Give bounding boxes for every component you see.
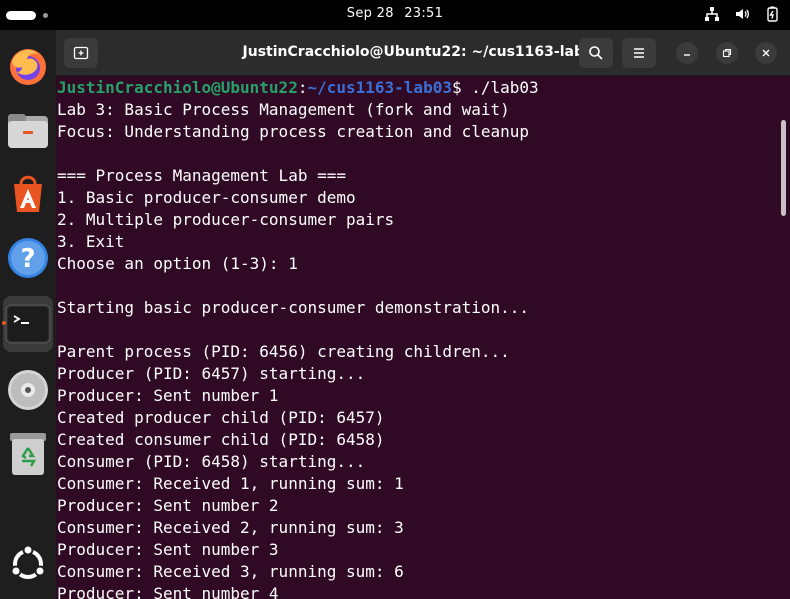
disc-icon <box>8 370 48 410</box>
output-line: Producer: Sent number 1 <box>57 386 279 405</box>
network-icon <box>705 7 719 21</box>
search-button[interactable] <box>579 38 613 68</box>
output-line: === Process Management Lab === <box>57 166 346 185</box>
dock-files[interactable] <box>3 102 53 158</box>
minimize-icon <box>684 54 690 56</box>
trash-icon <box>10 433 46 475</box>
dock-firefox[interactable] <box>3 38 53 94</box>
output-line: Parent process (PID: 6456) creating chil… <box>57 342 510 361</box>
battery-icon <box>767 6 778 22</box>
output-line: Choose an option (1-3): 1 <box>57 254 298 273</box>
dock: ? <box>0 30 56 599</box>
output-line: Producer: Sent number 2 <box>57 496 279 515</box>
output-line: 3. Exit <box>57 232 125 251</box>
scrollbar[interactable] <box>781 120 786 216</box>
prompt-user: JustinCracchiolo@Ubuntu22 <box>57 78 298 97</box>
output-line: Producer: Sent number 3 <box>57 540 279 559</box>
dock-help[interactable]: ? <box>3 230 53 286</box>
maximize-button[interactable] <box>716 42 738 64</box>
prompt-path: ~/cus1163-lab03 <box>307 78 452 97</box>
prompt-line: JustinCracchiolo@Ubuntu22:~/cus1163-lab0… <box>57 77 777 99</box>
terminal-output[interactable]: JustinCracchiolo@Ubuntu22:~/cus1163-lab0… <box>57 77 777 599</box>
minimize-button[interactable] <box>676 42 698 64</box>
output-line: 2. Multiple producer-consumer pairs <box>57 210 395 229</box>
search-icon <box>589 46 603 60</box>
dock-trash[interactable] <box>3 426 53 482</box>
prompt-dollar: $ <box>451 78 472 97</box>
menu-button[interactable] <box>622 38 656 68</box>
output-line: Consumer (PID: 6458) starting... <box>57 452 366 471</box>
clock[interactable]: Sep 28 23:51 <box>0 6 790 21</box>
title-bar[interactable]: JustinCracchiolo@Ubuntu22: ~/cus1163-lab… <box>56 30 790 76</box>
clock-date: Sep 28 <box>346 6 394 21</box>
dock-terminal[interactable] <box>2 296 53 352</box>
output-line: 1. Basic producer-consumer demo <box>57 188 356 207</box>
output-line: Producer (PID: 6457) starting... <box>57 364 366 383</box>
output-line: Created consumer child (PID: 6458) <box>57 430 385 449</box>
app-center-icon <box>14 175 42 212</box>
files-icon <box>8 114 48 148</box>
output-line: Consumer: Received 2, running sum: 3 <box>57 518 404 537</box>
output-line: Starting basic producer-consumer demonst… <box>57 298 530 317</box>
restore-icon <box>722 48 732 58</box>
volume-icon <box>736 9 749 19</box>
close-button[interactable] <box>755 42 777 64</box>
output-line: Consumer: Received 1, running sum: 1 <box>57 474 404 493</box>
output-line: Created producer child (PID: 6457) <box>57 408 385 427</box>
prompt-command: ./lab03 <box>471 78 539 97</box>
terminal-icon <box>5 304 51 344</box>
top-bar: Sep 28 23:51 <box>0 0 790 30</box>
help-icon: ? <box>8 238 48 278</box>
output-lines: Lab 3: Basic Process Management (fork an… <box>57 99 777 599</box>
output-line: Lab 3: Basic Process Management (fork an… <box>57 100 510 119</box>
dock-disc[interactable] <box>3 362 53 418</box>
output-line: Consumer: Received 3, running sum: 6 <box>57 562 404 581</box>
output-line: Focus: Understanding process creation an… <box>57 122 530 141</box>
ubuntu-show-apps-icon <box>10 544 46 579</box>
output-line: Producer: Sent number 4 <box>57 584 279 599</box>
clock-time: 23:51 <box>404 6 444 21</box>
system-tray[interactable] <box>704 6 780 22</box>
hamburger-menu-icon <box>634 48 644 58</box>
dock-app-center[interactable] <box>3 166 53 222</box>
svg-text:?: ? <box>20 244 35 274</box>
close-icon <box>762 49 770 57</box>
terminal-window: JustinCracchiolo@Ubuntu22: ~/cus1163-lab… <box>56 30 790 599</box>
dock-show-apps[interactable] <box>3 536 53 592</box>
firefox-icon <box>10 49 46 85</box>
running-indicator <box>2 321 6 325</box>
